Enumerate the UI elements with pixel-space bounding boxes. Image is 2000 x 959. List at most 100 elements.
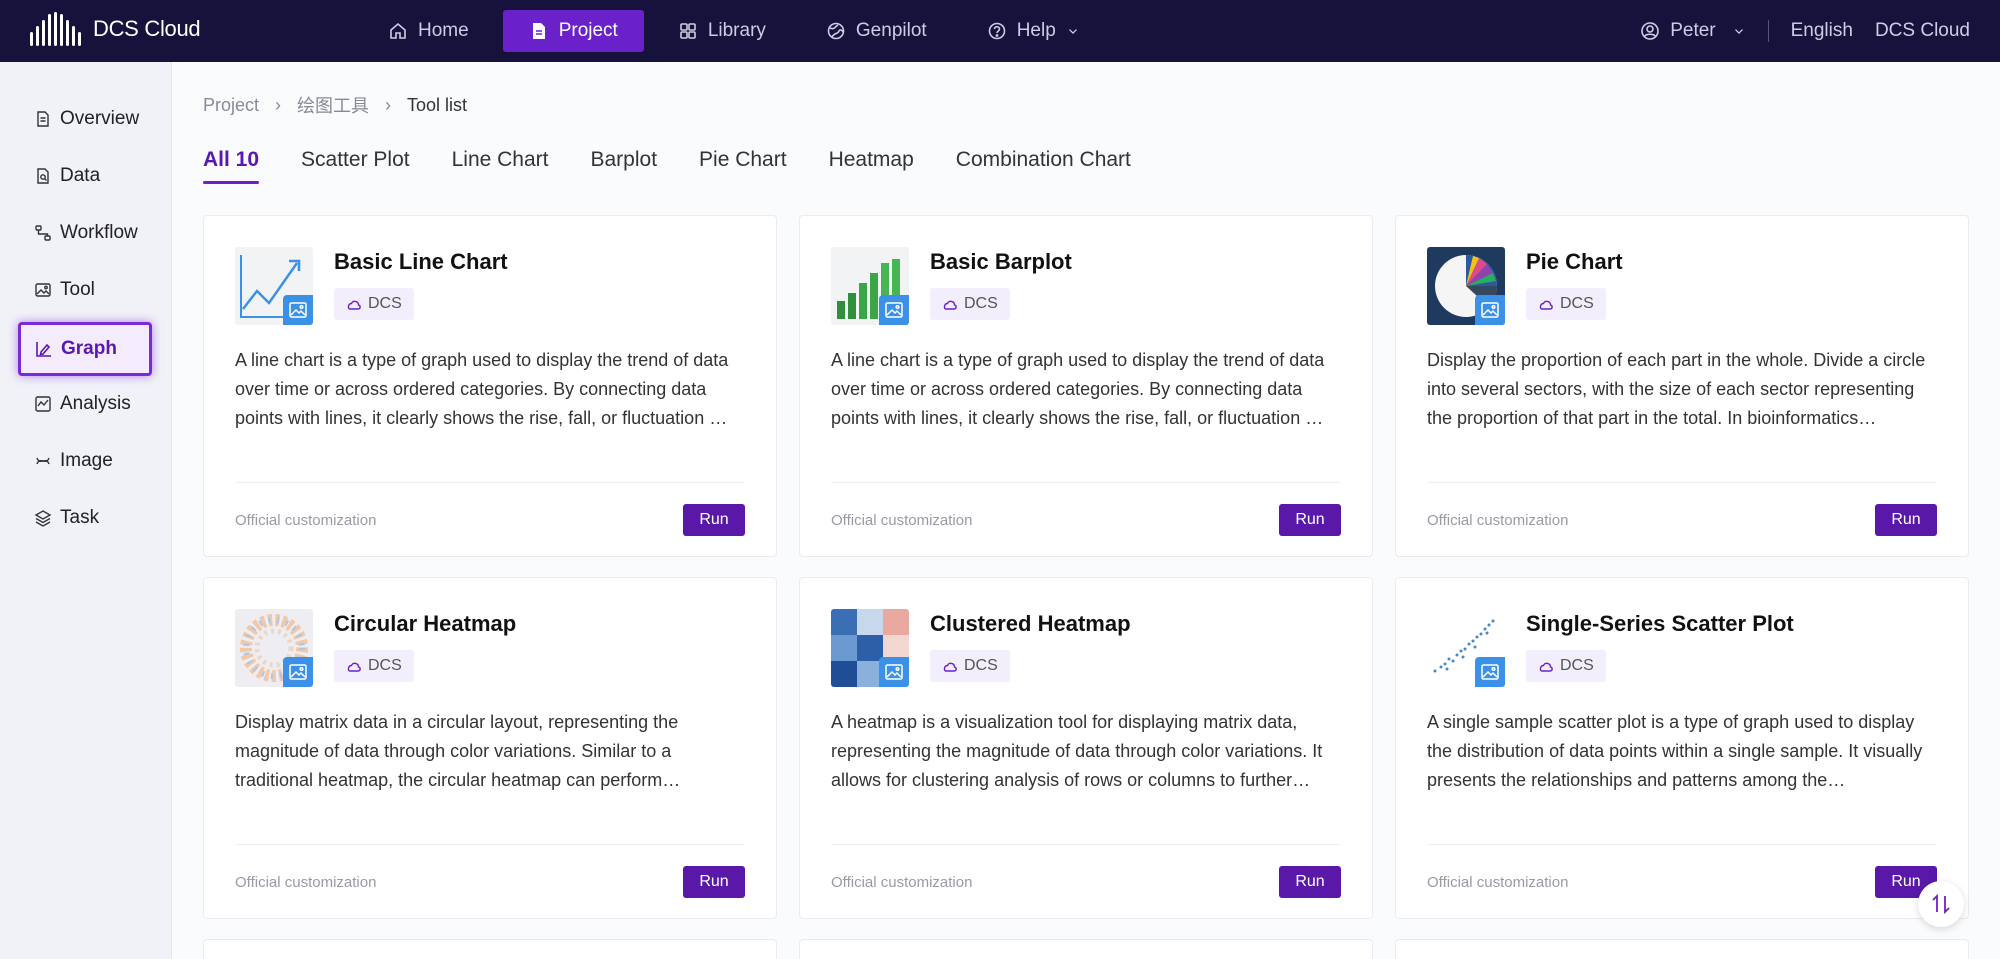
card-footer-label: Official customization (235, 512, 377, 529)
layers-icon (34, 510, 52, 527)
tool-card[interactable]: Clustered Heatmap DCS A heatmap is a vis… (799, 577, 1373, 919)
cloud-icon (347, 662, 361, 672)
globe-icon (827, 22, 845, 40)
nav-home[interactable]: Home (362, 10, 495, 52)
tool-card-partial[interactable] (799, 939, 1373, 959)
card-divider (831, 482, 1341, 483)
document-icon (37, 111, 49, 127)
chevron-down-icon (1734, 29, 1743, 34)
logo[interactable]: DCS Cloud (30, 12, 201, 46)
nav-project[interactable]: Project (502, 10, 644, 52)
main-content: Project › 绘图工具 › Tool list All 10 Scatte… (172, 62, 2000, 959)
tag-label: DCS (1560, 295, 1594, 312)
user-name: Peter (1670, 20, 1716, 41)
user-icon (1641, 22, 1660, 40)
source-tag: DCS (1526, 288, 1606, 320)
sidebar-item-graph[interactable]: Graph (18, 322, 152, 376)
chevron-down-icon (1068, 29, 1077, 34)
tag-label: DCS (368, 657, 402, 674)
card-title: Basic Barplot (930, 249, 1072, 274)
graph-edit-icon (36, 342, 51, 357)
nav-help[interactable]: Help (961, 10, 1106, 52)
source-tag: DCS (334, 288, 414, 320)
tag-label: DCS (964, 295, 998, 312)
nav-library-label: Library (707, 20, 766, 41)
run-button[interactable]: Run (1279, 866, 1341, 898)
card-title: Circular Heatmap (334, 611, 517, 636)
sidebar-item-data[interactable]: Data (20, 151, 150, 201)
file-icon (532, 23, 545, 39)
sidebar: Overview Data Workflow Tool Graph Analys… (0, 62, 172, 959)
sidebar-item-overview[interactable]: Overview (20, 94, 150, 144)
sidebar-item-label: Image (60, 450, 113, 471)
run-button[interactable]: Run (1279, 504, 1341, 536)
tool-card[interactable]: Basic Line Chart DCS A line chart is a t… (203, 215, 777, 557)
tab-scatter-plot[interactable]: Scatter Plot (301, 148, 410, 184)
sidebar-item-workflow[interactable]: Workflow (20, 208, 150, 258)
breadcrumb-drawing-tools[interactable]: 绘图工具 (297, 92, 369, 118)
scroll-toggle-button[interactable] (1918, 881, 1964, 927)
card-footer-label: Official customization (831, 874, 973, 891)
image-icon (283, 295, 313, 325)
tool-card-partial[interactable] (203, 939, 777, 959)
platform-switch[interactable]: DCS Cloud (1875, 20, 1970, 42)
card-description: A heatmap is a visualization tool for di… (831, 712, 1323, 790)
card-description: Display matrix data in a circular layout… (235, 712, 681, 790)
app-name: DCS Cloud (93, 16, 201, 41)
image-icon (879, 657, 909, 687)
tool-card[interactable]: Basic Barplot DCS A line chart is a type… (799, 215, 1373, 557)
sidebar-item-label: Overview (60, 108, 140, 129)
card-title: Basic Line Chart (334, 249, 508, 274)
run-button[interactable]: Run (683, 866, 745, 898)
nav-library[interactable]: Library (652, 10, 792, 52)
analysis-icon (35, 396, 51, 412)
nav-home-label: Home (418, 20, 469, 41)
source-tag: DCS (930, 288, 1010, 320)
nav-genpilot[interactable]: Genpilot (800, 10, 953, 52)
sidebar-item-task[interactable]: Task (20, 493, 150, 543)
tag-label: DCS (368, 295, 402, 312)
sidebar-item-image[interactable]: Image (20, 436, 150, 486)
tool-card-partial[interactable] (1395, 939, 1969, 959)
main-nav: Home Project Library Genpilot Help (362, 0, 1114, 62)
card-title: Single-Series Scatter Plot (1526, 611, 1794, 636)
user-menu[interactable]: Peter (1640, 20, 1745, 42)
divider (1767, 20, 1769, 42)
tool-card[interactable]: Pie Chart DCS Display the proportion of … (1395, 215, 1969, 557)
pie-chart-thumbnail (1427, 247, 1505, 325)
tool-card[interactable]: Circular Heatmap DCS Display matrix data… (203, 577, 777, 919)
help-icon (988, 22, 1005, 40)
chevron-right-icon: › (385, 94, 392, 115)
image-icon (879, 295, 909, 325)
top-right-area: Peter English DCS Cloud (1640, 0, 1970, 62)
run-button[interactable]: Run (683, 504, 745, 536)
tab-line-chart[interactable]: Line Chart (452, 148, 549, 184)
source-tag: DCS (334, 650, 414, 682)
source-tag: DCS (930, 650, 1010, 682)
sidebar-item-tool[interactable]: Tool (20, 265, 150, 315)
home-icon (390, 22, 406, 39)
sidebar-item-label: Data (60, 165, 101, 186)
card-divider (235, 482, 745, 483)
sidebar-item-label: Task (60, 507, 100, 528)
card-footer-label: Official customization (831, 512, 973, 529)
card-description: Display the proportion of each part in t… (1427, 350, 1926, 428)
tab-heatmap[interactable]: Heatmap (829, 148, 914, 184)
tab-barplot[interactable]: Barplot (590, 148, 657, 184)
tab-pie-chart[interactable]: Pie Chart (699, 148, 787, 184)
sidebar-item-analysis[interactable]: Analysis (20, 379, 150, 429)
language-switch[interactable]: English (1791, 20, 1853, 42)
tool-card[interactable]: Single-Series Scatter Plot DCS A single … (1395, 577, 1969, 919)
scatter-plot-thumbnail (1427, 609, 1505, 687)
breadcrumb-project[interactable]: Project (203, 95, 259, 116)
card-footer-label: Official customization (1427, 874, 1569, 891)
tab-all[interactable]: All 10 (203, 148, 260, 184)
image-icon (1475, 295, 1505, 325)
breadcrumb-current: Tool list (407, 94, 468, 115)
grid-icon (680, 23, 696, 39)
category-tabs: All 10 Scatter Plot Line Chart Barplot P… (203, 148, 1131, 184)
card-divider (831, 844, 1341, 845)
run-button[interactable]: Run (1875, 504, 1937, 536)
tab-combination-chart[interactable]: Combination Chart (956, 148, 1131, 184)
cloud-icon (1539, 662, 1553, 672)
